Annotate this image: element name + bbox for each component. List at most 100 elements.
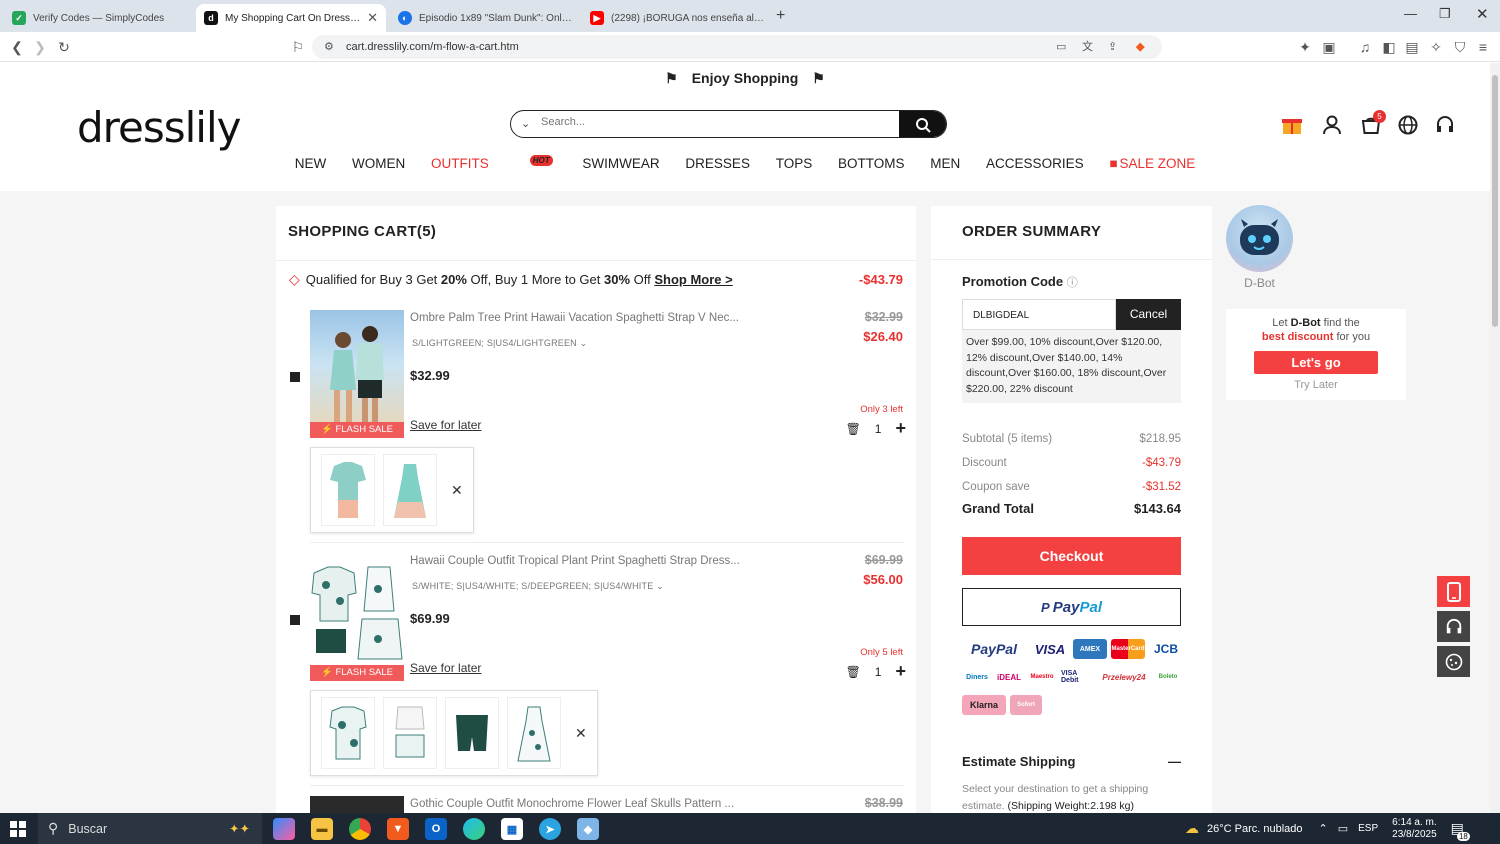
site-info-icon[interactable]: ⚙ xyxy=(324,35,334,59)
weather-text[interactable]: 26°C Parc. nublado xyxy=(1207,823,1303,835)
reload-icon[interactable]: ↻ xyxy=(55,38,73,56)
product-title[interactable]: Ombre Palm Tree Print Hawaii Vacation Sp… xyxy=(410,312,755,324)
shop-more-link[interactable]: Shop More > xyxy=(654,272,732,287)
bundle-thumb[interactable] xyxy=(383,697,437,769)
app-icon[interactable]: ◆ xyxy=(577,818,599,840)
close-icon[interactable]: ✕ xyxy=(451,482,463,499)
trash-icon[interactable]: 🗑 xyxy=(846,422,861,436)
bookmark-icon[interactable]: ⚐ xyxy=(289,38,307,56)
scrollbar-thumb[interactable] xyxy=(1492,75,1498,327)
taskbar-search[interactable]: ⚲ Buscar ✦✦ xyxy=(38,813,262,844)
store-icon[interactable]: ▦ xyxy=(501,818,523,840)
nav-accessories[interactable]: ACCESSORIES xyxy=(986,156,1084,171)
sidebar-icon[interactable]: ◧ xyxy=(1380,38,1398,56)
bundle-thumb[interactable] xyxy=(321,697,375,769)
bundle-thumb[interactable] xyxy=(383,454,437,526)
checkout-button[interactable]: Checkout xyxy=(962,537,1181,575)
chevron-up-icon[interactable]: ⌃ xyxy=(1319,822,1328,835)
nav-tops[interactable]: TOPS xyxy=(776,156,813,171)
minimize-icon[interactable]: — xyxy=(1404,6,1417,21)
screenshot-icon[interactable]: ▣ xyxy=(1320,38,1338,56)
clock[interactable]: 6:14 a. m. 23/8/2025 xyxy=(1392,817,1437,841)
close-tab-icon[interactable]: ✕ xyxy=(367,10,378,26)
maximize-icon[interactable]: ❐ xyxy=(1439,6,1451,22)
tab-youtube[interactable]: ▶ (2298) ¡BORUGA nos enseña algunas xyxy=(582,4,772,32)
leo-ai-icon[interactable]: ✧ xyxy=(1427,38,1445,56)
nav-dresses[interactable]: DRESSES xyxy=(685,156,750,171)
menu-icon[interactable]: ≡ xyxy=(1474,38,1492,56)
copilot-icon[interactable] xyxy=(273,818,295,840)
new-tab-icon[interactable]: + xyxy=(776,7,785,25)
chrome-icon[interactable] xyxy=(349,818,371,840)
telegram-icon[interactable]: ➤ xyxy=(539,818,561,840)
dresslily-logo[interactable]: dresslily xyxy=(77,103,241,152)
cookie-settings-button[interactable] xyxy=(1437,646,1470,677)
bundle-thumb[interactable] xyxy=(445,697,499,769)
trash-icon[interactable]: 🗑 xyxy=(846,665,861,679)
nav-bottoms[interactable]: BOTTOMS xyxy=(838,156,905,171)
outlook-icon[interactable]: O xyxy=(425,818,447,840)
estimate-shipping-header[interactable]: Estimate Shipping — xyxy=(962,754,1181,769)
chevron-down-icon[interactable]: ⌄ xyxy=(521,117,530,130)
nav-outfits[interactable]: OUTFITS HOT xyxy=(431,155,553,171)
edge-icon[interactable] xyxy=(463,818,485,840)
tab-episodio[interactable]: ◐ Episodio 1x89 "Slam Dunk": Online H xyxy=(390,4,580,32)
promotion-code-input[interactable]: DLBIGDEAL xyxy=(962,299,1116,330)
close-icon[interactable]: ✕ xyxy=(575,725,587,742)
vpn-shield-icon[interactable]: ⛉ xyxy=(1451,38,1469,56)
account-icon[interactable] xyxy=(1320,113,1344,137)
nav-new[interactable]: NEW xyxy=(295,156,327,171)
lets-go-button[interactable]: Let's go xyxy=(1254,351,1378,374)
forward-icon[interactable]: ❯ xyxy=(31,38,49,56)
brave-shield-icon[interactable]: ◆ xyxy=(1136,35,1144,59)
cart-icon[interactable]: 5 xyxy=(1359,110,1386,137)
product-image[interactable] xyxy=(310,553,404,673)
variant-selector[interactable]: S/WHITE; S|US4/WHITE; S/DEEPGREEN; S|US4… xyxy=(412,581,664,592)
file-explorer-icon[interactable]: ▬ xyxy=(311,818,333,840)
notifications-icon[interactable]: ▤ 18 xyxy=(1451,820,1470,841)
network-icon[interactable]: ▭ xyxy=(1338,822,1348,835)
share-icon[interactable]: ⇪ xyxy=(1108,35,1117,59)
product-image[interactable] xyxy=(310,310,404,430)
windows-start-icon[interactable] xyxy=(10,821,26,842)
support-button[interactable] xyxy=(1437,611,1470,642)
paypal-button[interactable]: P PayPal xyxy=(962,588,1181,626)
search-input[interactable] xyxy=(541,116,891,128)
search-button[interactable] xyxy=(899,111,946,137)
translate-icon[interactable]: 文 xyxy=(1082,35,1093,59)
bundle-thumb[interactable] xyxy=(321,454,375,526)
tab-shopping-cart[interactable]: d My Shopping Cart On Dresslily.c ✕ xyxy=(196,4,386,32)
cancel-promo-button[interactable]: Cancel xyxy=(1116,299,1181,330)
plus-icon[interactable]: + xyxy=(895,661,906,682)
nav-swimwear[interactable]: SWIMWEAR xyxy=(582,156,659,171)
address-bar[interactable]: ⚙ cart.dresslily.com/m-flow-a-cart.htm ▭… xyxy=(312,35,1162,59)
back-icon[interactable]: ❮ xyxy=(8,38,26,56)
language-globe-icon[interactable] xyxy=(1396,113,1420,137)
plus-icon[interactable]: + xyxy=(895,418,906,439)
save-for-later-link[interactable]: Save for later xyxy=(410,418,481,432)
dbot-avatar[interactable] xyxy=(1226,205,1293,272)
customer-service-icon[interactable] xyxy=(1433,113,1457,137)
save-for-later-link[interactable]: Save for later xyxy=(410,661,481,675)
gift-icon[interactable] xyxy=(1280,113,1304,137)
product-title[interactable]: Gothic Couple Outfit Monochrome Flower L… xyxy=(410,798,755,810)
item-checkbox[interactable] xyxy=(290,372,300,382)
try-later-link[interactable]: Try Later xyxy=(1226,379,1406,391)
product-image[interactable] xyxy=(310,796,404,813)
nav-women[interactable]: WOMEN xyxy=(352,156,405,171)
extensions-icon[interactable]: ✦ xyxy=(1296,38,1314,56)
mobile-app-button[interactable] xyxy=(1437,576,1470,607)
info-icon[interactable]: ⓘ xyxy=(1067,277,1078,289)
language-indicator[interactable]: ESP xyxy=(1358,823,1378,834)
variant-selector[interactable]: S/LIGHTGREEN; S|US4/LIGHTGREEN ⌄ xyxy=(412,338,587,349)
close-window-icon[interactable]: ✕ xyxy=(1476,5,1489,23)
bundle-thumb[interactable] xyxy=(507,697,561,769)
nav-men[interactable]: MEN xyxy=(930,156,960,171)
cast-icon[interactable]: ▭ xyxy=(1056,35,1066,59)
collapse-minus-icon[interactable]: — xyxy=(1168,754,1181,769)
nav-sale-zone[interactable]: ■ SALE ZONE xyxy=(1109,156,1195,171)
item-checkbox[interactable] xyxy=(290,615,300,625)
tab-verify-codes[interactable]: ✓ Verify Codes — SimplyCodes xyxy=(4,4,194,32)
product-title[interactable]: Hawaii Couple Outfit Tropical Plant Prin… xyxy=(410,555,755,567)
music-icon[interactable]: ♫ xyxy=(1356,38,1374,56)
